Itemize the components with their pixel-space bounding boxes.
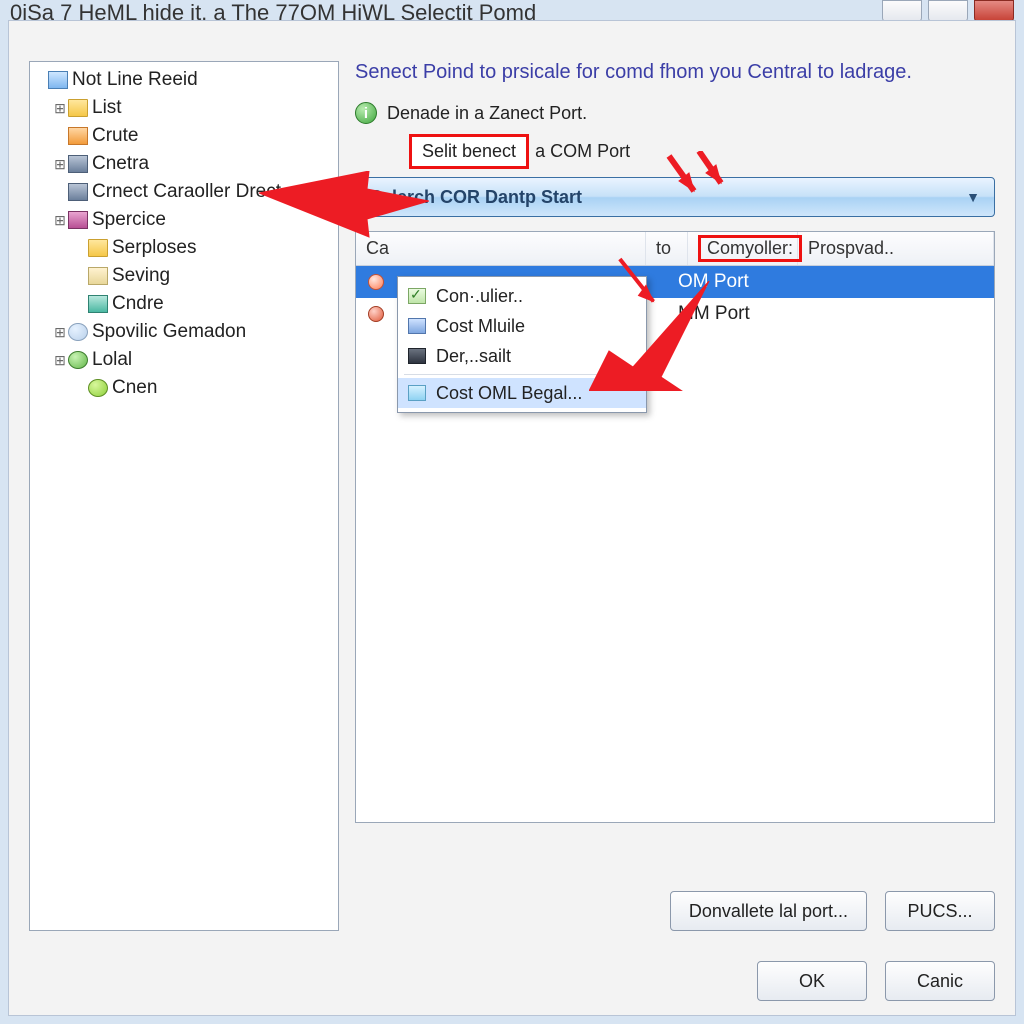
tree-twisty[interactable]: ⊞ bbox=[52, 352, 68, 369]
status-dot-icon bbox=[368, 274, 384, 290]
tree-label: Cndre bbox=[112, 293, 164, 315]
menu-item-1[interactable]: Cost Mluile bbox=[398, 311, 646, 341]
tree-icon bbox=[68, 99, 88, 117]
donvallete-button[interactable]: Donvallete lal port... bbox=[670, 891, 867, 931]
status-dot-icon bbox=[368, 306, 384, 322]
window-buttons bbox=[882, 0, 1014, 22]
tree-label: List bbox=[92, 97, 122, 119]
menu-separator bbox=[404, 374, 640, 375]
tree-twisty[interactable]: ⊞ bbox=[52, 324, 68, 341]
tree-node[interactable]: Crnect Caraoller Drect bbox=[32, 178, 336, 206]
tree-label: Spovilic Gemadon bbox=[92, 321, 246, 343]
selit-highlight: Selit benect bbox=[409, 134, 529, 169]
window-titlebar: 0iSa 7 HeML hide it, a The 77OM HiWL Sel… bbox=[0, 0, 1024, 20]
tree-node[interactable]: ⊞ Spovilic Gemadon bbox=[32, 318, 336, 346]
info-icon: i bbox=[355, 102, 377, 124]
default-icon bbox=[408, 348, 426, 364]
begal-icon bbox=[408, 385, 426, 401]
tree-label: Not Line Reeid bbox=[72, 69, 198, 91]
button-row-1: Donvallete lal port... PUCS... bbox=[670, 891, 995, 931]
tree-icon bbox=[88, 379, 108, 397]
tree-panel: Not Line Reeid⊞ListCrute⊞CnetraCrnect Ca… bbox=[29, 61, 339, 931]
tree-label: Cnen bbox=[112, 377, 157, 399]
tree-icon bbox=[88, 267, 108, 285]
module-icon bbox=[408, 318, 426, 334]
tree-node[interactable]: ⊞ Lolal bbox=[32, 346, 336, 374]
menu-item-2[interactable]: Der,..sailt bbox=[398, 341, 646, 371]
info-row: i Denade in a Zanect Port. bbox=[355, 102, 995, 124]
tree-node[interactable]: Cndre bbox=[32, 290, 336, 318]
maximize-button[interactable] bbox=[928, 0, 968, 22]
dialog-client: Not Line Reeid⊞ListCrute⊞CnetraCrnect Ca… bbox=[8, 20, 1016, 1016]
tree-label: Spercice bbox=[92, 209, 166, 231]
tree-node[interactable]: ⊞ Spercice bbox=[32, 206, 336, 234]
menu-item-label: Der,..sailt bbox=[436, 346, 511, 367]
tree-icon bbox=[68, 155, 88, 173]
tree-label: Seving bbox=[112, 265, 170, 287]
pucs-button[interactable]: PUCS... bbox=[885, 891, 995, 931]
dropdown-menu[interactable]: Con·.ulier.. Cost Mluile Der,..sailt Cos… bbox=[397, 276, 647, 413]
tree-icon bbox=[88, 239, 108, 257]
tree-icon bbox=[88, 295, 108, 313]
right-pane: Senect Poind to prsicale for comd fhom y… bbox=[355, 61, 995, 1001]
selit-row: Selit benect a COM Port bbox=[409, 134, 995, 169]
row-port: MM Port bbox=[668, 303, 994, 325]
tree-twisty[interactable]: ⊞ bbox=[52, 156, 68, 173]
check-icon bbox=[408, 288, 426, 304]
tree-twisty[interactable]: ⊞ bbox=[52, 100, 68, 117]
tree-label: Crnect Caraoller Drect bbox=[92, 181, 281, 203]
button-row-2: OK Canic bbox=[757, 961, 995, 1001]
tree-label: Crute bbox=[92, 125, 138, 147]
menu-item-3[interactable]: Cost OML Begal... bbox=[398, 378, 646, 408]
th-c3[interactable]: Comyoller: bbox=[688, 232, 798, 265]
tree-node[interactable]: ⊞ List bbox=[32, 94, 336, 122]
window-title: 0iSa 7 HeML hide it, a The 77OM HiWL Sel… bbox=[10, 0, 536, 20]
tree-label: Cnetra bbox=[92, 153, 149, 175]
menu-item-0[interactable]: Con·.ulier.. bbox=[398, 281, 646, 311]
tree-label: Serploses bbox=[112, 237, 197, 259]
combo-label: Selerch COR Dantp Start bbox=[370, 187, 582, 208]
tree-icon bbox=[68, 183, 88, 201]
tree-node[interactable]: Serploses bbox=[32, 234, 336, 262]
selit-after: a COM Port bbox=[535, 141, 630, 162]
th-c4[interactable]: Prospvad.. bbox=[798, 232, 994, 265]
tree-twisty[interactable]: ⊞ bbox=[52, 212, 68, 229]
chevron-down-icon: ▼ bbox=[966, 189, 980, 205]
instruction-text: Senect Poind to prsicale for comd fhom y… bbox=[355, 61, 995, 84]
menu-item-label: Con·.ulier.. bbox=[436, 286, 523, 307]
menu-item-label: Cost Mluile bbox=[436, 316, 525, 337]
minimize-button[interactable] bbox=[882, 0, 922, 22]
tree-node[interactable]: Cnen bbox=[32, 374, 336, 402]
th-c3-highlight: Comyoller: bbox=[698, 235, 802, 262]
tree-icon bbox=[68, 323, 88, 341]
tree-node[interactable]: ⊞ Cnetra bbox=[32, 150, 336, 178]
tree-node[interactable]: Not Line Reeid bbox=[32, 66, 336, 94]
tree[interactable]: Not Line Reeid⊞ListCrute⊞CnetraCrnect Ca… bbox=[30, 62, 338, 406]
info-text: Denade in a Zanect Port. bbox=[387, 103, 587, 124]
ok-button[interactable]: OK bbox=[757, 961, 867, 1001]
close-button[interactable] bbox=[974, 0, 1014, 22]
tree-icon bbox=[68, 127, 88, 145]
table-header: Ca to Comyoller: Prospvad.. bbox=[356, 232, 994, 266]
start-combo[interactable]: Selerch COR Dantp Start ▼ bbox=[355, 177, 995, 217]
tree-node[interactable]: Seving bbox=[32, 262, 336, 290]
th-c1[interactable]: Ca bbox=[356, 232, 646, 265]
tree-node[interactable]: Crute bbox=[32, 122, 336, 150]
tree-icon bbox=[68, 211, 88, 229]
tree-icon bbox=[68, 351, 88, 369]
cancel-button[interactable]: Canic bbox=[885, 961, 995, 1001]
tree-icon bbox=[48, 71, 68, 89]
tree-label: Lolal bbox=[92, 349, 132, 371]
row-port: OM Port bbox=[668, 271, 994, 293]
menu-item-label: Cost OML Begal... bbox=[436, 383, 582, 404]
th-c2[interactable]: to bbox=[646, 232, 688, 265]
